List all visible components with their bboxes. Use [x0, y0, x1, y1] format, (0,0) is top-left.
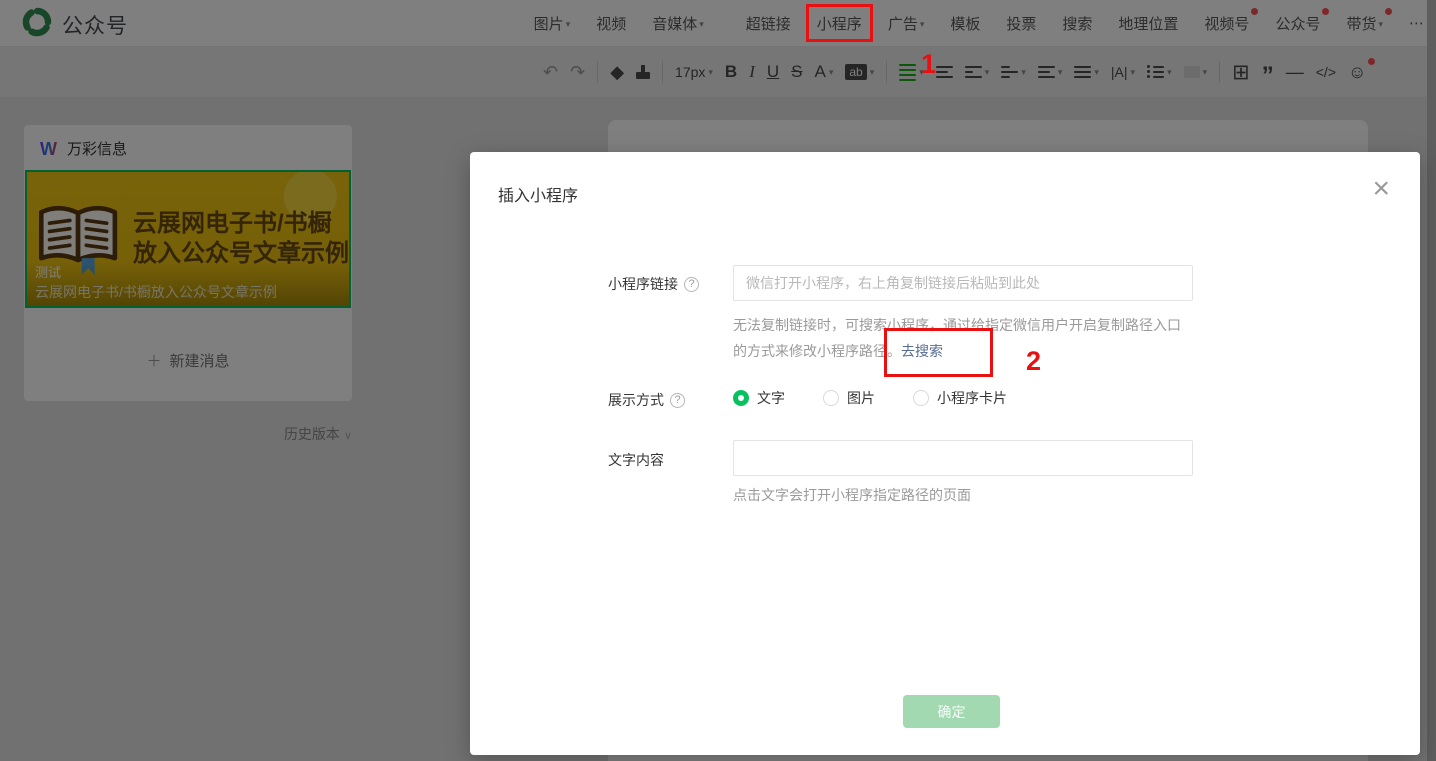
radio-unselected-icon	[823, 390, 839, 406]
annotation-box-step1	[806, 4, 873, 42]
radio-option-card[interactable]: 小程序卡片	[913, 388, 1007, 408]
annotation-step1: 1	[921, 49, 936, 80]
display-mode-options: 文字 图片 小程序卡片	[733, 388, 1007, 408]
text-label-text: 文字内容	[608, 450, 664, 470]
text-content-label: 文字内容	[608, 450, 664, 470]
insert-miniprogram-dialog: 插入小程序 × 小程序链接 ? 无法复制链接时，可搜索小程序，通过给指定微信用户…	[470, 152, 1420, 755]
display-mode-label: 展示方式 ?	[608, 390, 685, 410]
link-label-text: 小程序链接	[608, 274, 678, 294]
radio-unselected-icon	[913, 390, 929, 406]
display-label-text: 展示方式	[608, 390, 664, 410]
help-question-icon[interactable]: ?	[684, 277, 699, 292]
radio-label: 文字	[757, 388, 785, 408]
text-content-input[interactable]	[733, 440, 1193, 476]
miniprogram-link-input[interactable]	[733, 265, 1193, 301]
radio-selected-icon	[733, 390, 749, 406]
radio-label: 小程序卡片	[937, 388, 1007, 408]
radio-option-text[interactable]: 文字	[733, 388, 785, 408]
help-question-icon[interactable]: ?	[670, 393, 685, 408]
dialog-title: 插入小程序	[498, 182, 578, 206]
menu-item-miniprogram[interactable]: 小程序	[817, 13, 862, 34]
annotation-step2: 2	[1026, 346, 1041, 377]
radio-inner-dot	[738, 395, 744, 401]
radio-label: 图片	[847, 388, 875, 408]
close-icon[interactable]: ×	[1372, 174, 1390, 204]
radio-option-image[interactable]: 图片	[823, 388, 875, 408]
text-help-text: 点击文字会打开小程序指定路径的页面	[733, 482, 971, 508]
annotation-box-step2	[884, 328, 993, 377]
confirm-button[interactable]: 确定	[903, 695, 1000, 728]
link-field-label: 小程序链接 ?	[608, 274, 699, 294]
help-line2: 的方式来修改小程序路径。	[733, 343, 901, 359]
